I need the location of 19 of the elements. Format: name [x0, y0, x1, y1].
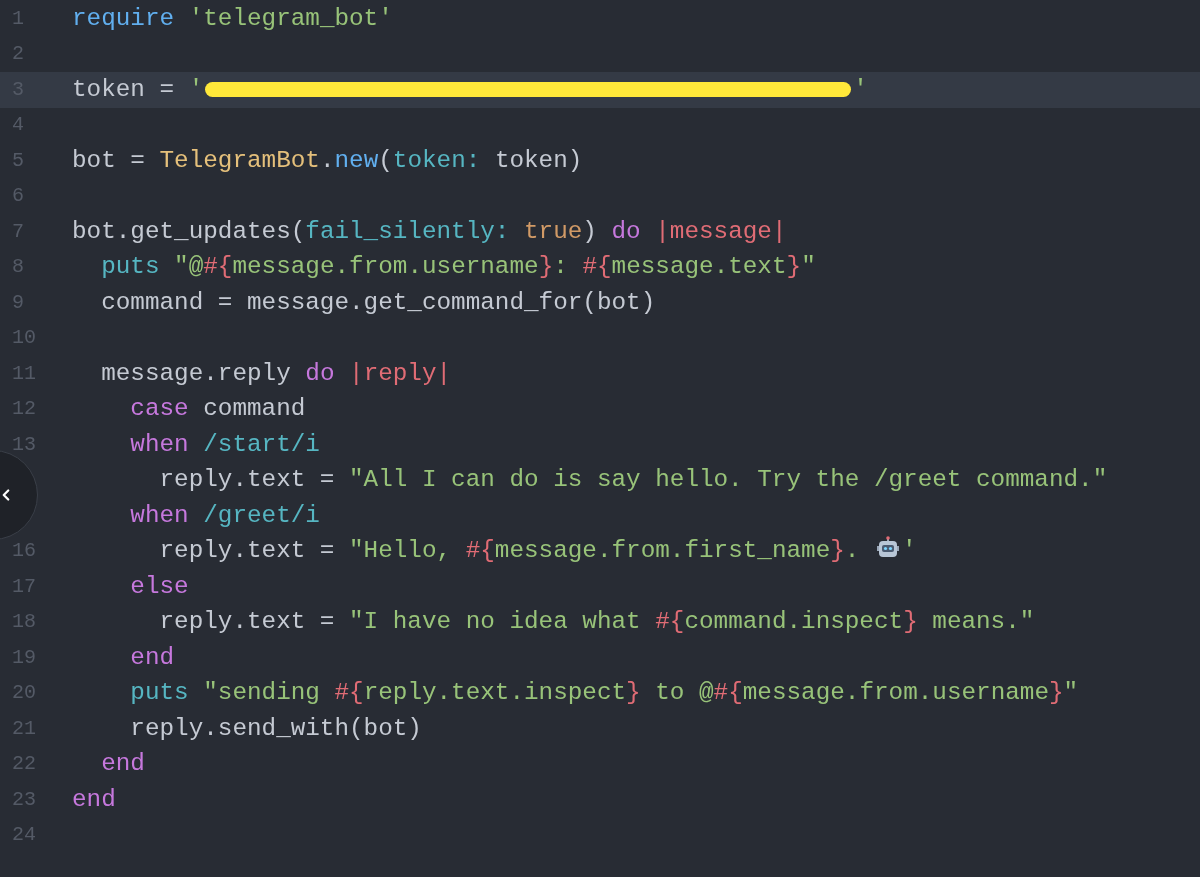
- code-line: end: [129, 642, 175, 673]
- code-line: message.reply do |reply|: [100, 358, 452, 389]
- code-line: bot = TelegramBot.new(token: token): [72, 145, 583, 176]
- code-line: bot.get_updates(fail_silently: true) do |message|: [72, 216, 787, 247]
- code-line: reply.text = "Hello, #{message.from.first_name}. ': [158, 536, 917, 567]
- code-line: case command: [129, 394, 306, 425]
- code-line: reply.send_with(bot): [129, 713, 422, 744]
- code-line: puts "sending #{reply.text.inspect} to @#{message.from.username}": [129, 678, 1079, 709]
- code-line: puts "@#{message.from.username}: #{message.text}": [100, 252, 816, 283]
- code-line: else: [129, 571, 189, 602]
- code-line: when /greet/i: [129, 500, 320, 531]
- code-line: reply.text = "I have no idea what #{command.inspect} means.": [158, 607, 1035, 638]
- code-line: require 'telegram_bot': [72, 3, 393, 34]
- code-line: when /start/i: [129, 429, 320, 460]
- code-line: command = message.get_command_for(bot): [100, 287, 656, 318]
- code-line: reply.text = "All I can do is say hello. Try the /greet command.": [158, 465, 1108, 496]
- code-line: end: [72, 784, 116, 815]
- code-line: end: [100, 749, 145, 780]
- code-line: token = ' ': [72, 74, 868, 105]
